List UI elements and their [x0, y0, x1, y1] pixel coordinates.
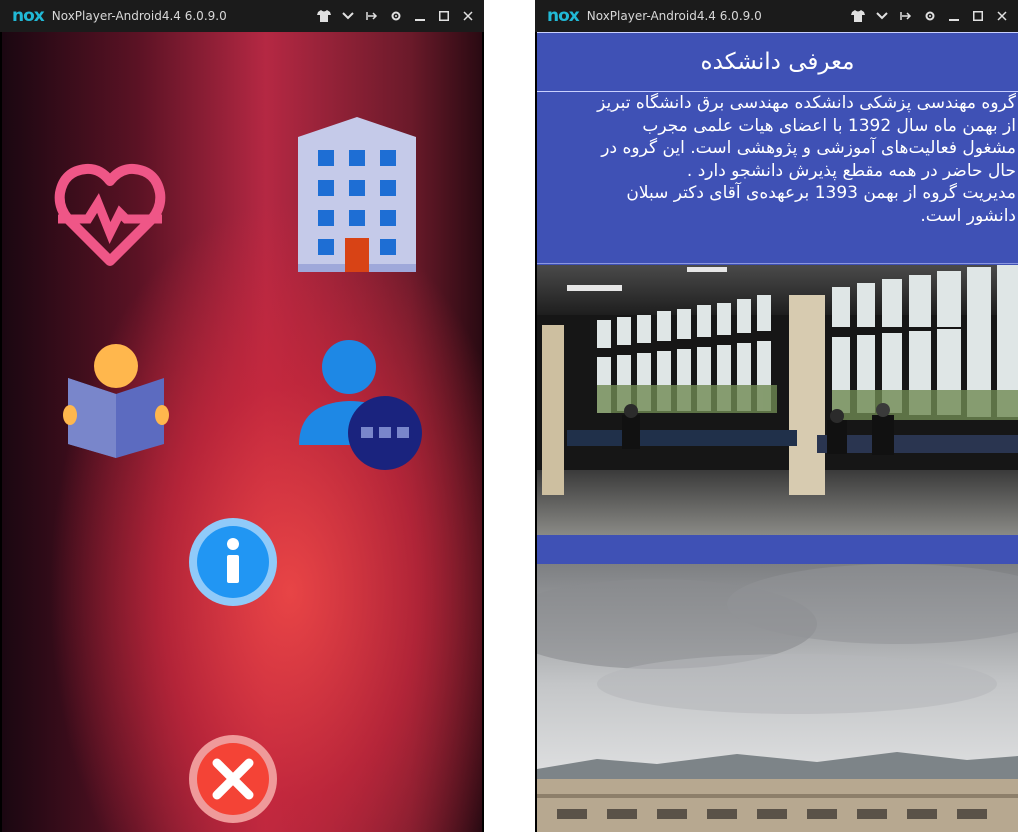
window-controls: [314, 0, 478, 32]
shirt-icon[interactable]: [314, 6, 334, 26]
minimize-icon[interactable]: [944, 6, 964, 26]
chevron-down-icon[interactable]: [338, 6, 358, 26]
faculty-intro-screen: معرفی دانشکده گروه مهندسی پزشکی دانشکده …: [537, 32, 1018, 832]
description-line: مدیریت گروه از بهمن 1393 برعهده‌ی آقای د…: [626, 183, 1016, 203]
faculty-description: گروه مهندسی پزشکی دانشکده مهندسی برق دان…: [537, 92, 1018, 264]
description-line: از بهمن ماه سال 1392 با اعضای هیات علمی …: [642, 115, 1016, 136]
window-title: NoxPlayer-Android4.4 6.0.9.0: [586, 9, 762, 23]
close-window-icon[interactable]: [458, 6, 478, 26]
nox-logo: nox: [547, 6, 580, 26]
building-icon[interactable]: [298, 117, 416, 276]
page-title: معرفی دانشکده: [537, 32, 1018, 92]
minimize-icon[interactable]: [410, 6, 430, 26]
emulator-window-right: nox NoxPlayer-Android4.4 6.0.9.0 معرفی د…: [535, 0, 1018, 832]
emulator-window-left: nox NoxPlayer-Android4.4 6.0.9.0: [0, 0, 484, 832]
app-home-screen: [2, 32, 482, 832]
titlebar: nox NoxPlayer-Android4.4 6.0.9.0: [535, 0, 1018, 32]
reader-icon[interactable]: [62, 342, 172, 466]
close-icon[interactable]: [188, 734, 278, 828]
description-line: حال حاضر در همه مقطع پذیرش دانشجو دارد .: [686, 160, 1016, 181]
nox-logo: nox: [12, 6, 45, 26]
window-title: NoxPlayer-Android4.4 6.0.9.0: [51, 9, 227, 23]
info-icon[interactable]: [188, 517, 278, 611]
study-hall-photo: [537, 265, 1018, 535]
pin-icon[interactable]: [362, 6, 382, 26]
gear-icon[interactable]: [386, 6, 406, 26]
heart-pulse-icon[interactable]: [54, 157, 166, 273]
titlebar: nox NoxPlayer-Android4.4 6.0.9.0: [0, 0, 484, 32]
description-line: دانشور است.: [920, 205, 1016, 226]
chevron-down-icon[interactable]: [872, 6, 892, 26]
window-controls: [848, 0, 1012, 32]
pin-icon[interactable]: [896, 6, 916, 26]
description-line: مشغول فعالیت‌های آموزشی و پژوهشی است. ای…: [601, 138, 1016, 158]
close-window-icon[interactable]: [992, 6, 1012, 26]
shirt-icon[interactable]: [848, 6, 868, 26]
description-line: گروه مهندسی پزشکی دانشکده مهندسی برق دان…: [597, 93, 1016, 113]
gear-icon[interactable]: [920, 6, 940, 26]
maximize-icon[interactable]: [434, 6, 454, 26]
campus-sky-photo: [537, 564, 1018, 832]
user-more-icon[interactable]: [297, 337, 425, 481]
maximize-icon[interactable]: [968, 6, 988, 26]
